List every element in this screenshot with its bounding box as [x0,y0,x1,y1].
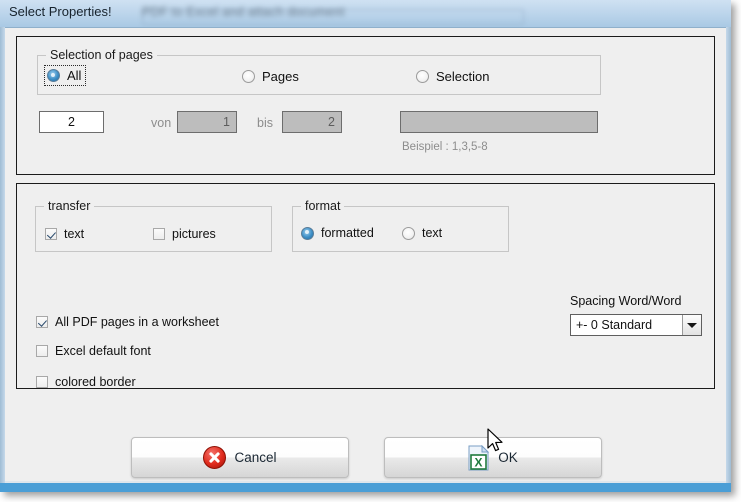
checkbox-colored-border-label: colored border [55,375,136,389]
from-label: von [151,116,172,130]
radio-format-formatted[interactable]: formatted [301,226,374,240]
checkbox-all-pdf-pages-label: All PDF pages in a worksheet [55,315,219,329]
selection-of-pages-legend: Selection of pages [46,48,157,62]
selection-of-pages-group: Selection of pages [37,48,601,95]
checkbox-excel-default-font-box[interactable] [36,345,48,357]
radio-all[interactable]: All [44,65,87,86]
radio-pages-label: Pages [262,69,299,84]
checkbox-colored-border-box[interactable] [36,376,48,388]
checkbox-transfer-pictures[interactable]: pictures [153,227,216,241]
radio-all-label: All [67,68,82,83]
options-panel: transfer text pictures format formatted … [16,183,715,389]
radio-pages[interactable]: Pages [242,69,299,84]
checkbox-transfer-pictures-box[interactable] [153,228,165,240]
window-bottom-accent [0,483,731,492]
cancel-button-label: Cancel [234,450,277,465]
ok-button-label: OK [498,450,518,465]
checkbox-transfer-text[interactable]: text [45,227,84,241]
radio-selection[interactable]: Selection [416,69,489,84]
spacing-label: Spacing Word/Word [570,294,682,308]
cancel-button[interactable]: Cancel [131,437,349,478]
transfer-legend: transfer [44,199,95,213]
checkbox-all-pdf-pages-box[interactable] [36,316,48,328]
excel-document-icon: X [468,444,490,471]
to-label: bis [257,116,273,130]
radio-selection-label: Selection [436,69,490,84]
spacing-select-value: +- 0 Standard [576,318,653,332]
from-page-input: 1 [177,111,237,133]
window-frame-right [726,0,731,492]
checkbox-colored-border[interactable]: colored border [36,375,136,389]
svg-text:X: X [475,455,483,469]
window-title: Select Properties! [9,4,112,19]
radio-format-text[interactable]: text [402,226,442,240]
radio-pages-indicator[interactable] [242,70,255,83]
radio-selection-indicator[interactable] [416,70,429,83]
cancel-circle-icon [203,446,227,469]
checkbox-excel-default-font-label: Excel default font [55,344,151,358]
page-count-input[interactable]: 2 [39,111,104,133]
radio-format-formatted-label: formatted [321,226,374,240]
checkbox-all-pdf-pages[interactable]: All PDF pages in a worksheet [36,315,219,329]
checkbox-transfer-pictures-label: pictures [172,227,216,241]
radio-all-indicator[interactable] [47,69,60,82]
to-page-input: 2 [282,111,342,133]
chevron-down-icon[interactable] [682,315,701,335]
radio-format-text-indicator[interactable] [402,226,415,240]
checkbox-excel-default-font[interactable]: Excel default font [36,344,151,358]
radio-format-formatted-indicator[interactable] [301,226,314,240]
spacing-select[interactable]: +- 0 Standard [570,314,702,336]
radio-all-focus-ring: All [44,65,87,86]
pages-panel: Selection of pages All Pages Selection 2 [16,36,715,175]
ok-button[interactable]: X OK [384,437,602,478]
title-bar: PDF to Excel and attach document Select … [0,0,731,27]
checkbox-transfer-text-label: text [64,227,85,241]
dialog-body: Selection of pages All Pages Selection 2 [5,27,726,484]
selection-hint: Beispiel : 1,3,5-8 [402,141,488,153]
format-legend: format [301,199,345,213]
selection-pages-input [400,111,598,133]
radio-format-text-label: text [422,226,443,240]
checkbox-transfer-text-box[interactable] [45,228,57,240]
background-window-text: PDF to Excel and attach document [142,5,345,19]
dialog-window: PDF to Excel and attach document Select … [0,0,731,492]
